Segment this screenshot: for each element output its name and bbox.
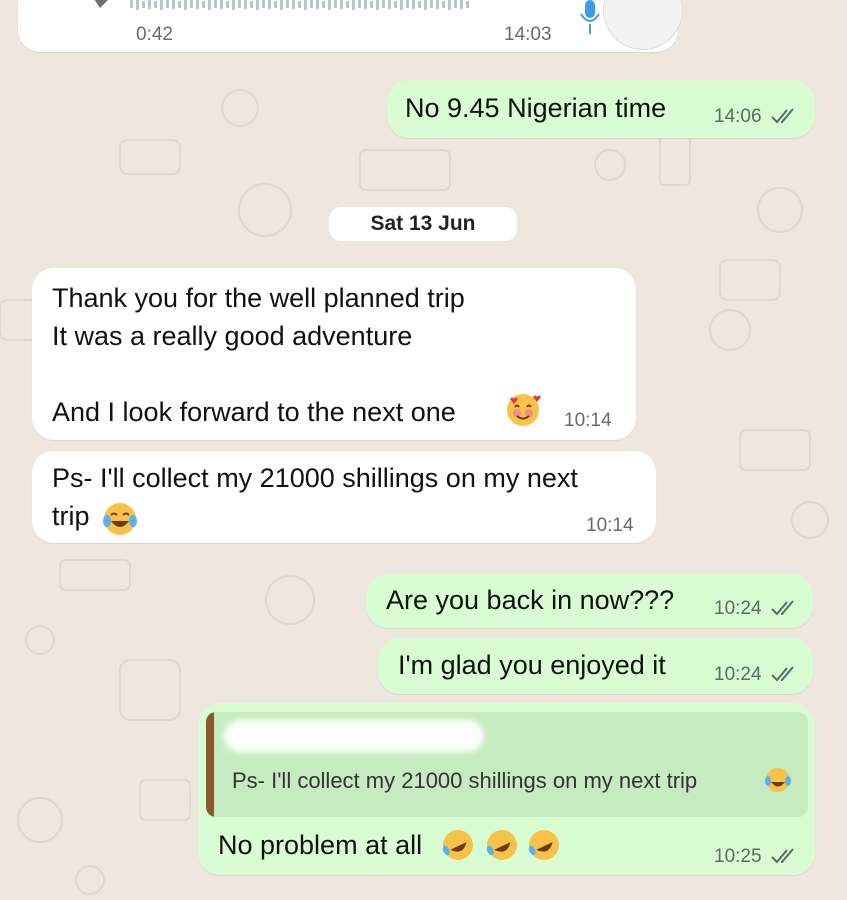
message-text: I'm glad you enjoyed it — [398, 650, 666, 680]
message-time: 10:25 — [714, 846, 762, 867]
date-separator: Sat 13 Jun — [329, 207, 517, 241]
message-time: 10:24 — [714, 598, 762, 619]
message-bubble-outgoing[interactable]: No 9.45 Nigerian time 14:06 — [387, 80, 815, 138]
double-check-icon — [771, 600, 794, 616]
microphone-icon — [580, 0, 600, 34]
rolling-on-floor-laughing-emoji — [442, 830, 559, 860]
quoted-text: Ps- I'll collect my 21000 shillings on m… — [232, 768, 698, 793]
double-check-icon — [771, 666, 794, 682]
smiling-face-with-hearts-emoji — [507, 394, 541, 426]
message-text: Are you back in now??? — [386, 585, 675, 615]
message-bubble-incoming[interactable]: Thank you for the well planned trip It w… — [32, 268, 636, 440]
quoted-message[interactable]: Ps- I'll collect my 21000 shillings on m… — [206, 712, 808, 817]
double-check-icon — [771, 108, 794, 124]
voice-message-bubble[interactable]: 0:42 14:03 — [18, 0, 683, 52]
message-bubble-outgoing[interactable]: Are you back in now??? 10:24 — [366, 574, 813, 628]
play-icon[interactable] — [88, 0, 120, 10]
double-check-icon — [771, 848, 794, 864]
voice-timestamp: 14:03 — [504, 24, 552, 45]
message-text: Thank you for the well planned trip It w… — [52, 283, 465, 427]
redacted-sender-name — [224, 720, 484, 752]
avatar[interactable] — [603, 0, 683, 50]
message-text: No 9.45 Nigerian time — [405, 93, 667, 123]
message-bubble-incoming[interactable]: Ps- I'll collect my 21000 shillings on m… — [32, 451, 656, 543]
message-time: 14:06 — [714, 106, 762, 127]
waveform — [130, 0, 469, 10]
message-time: 10:24 — [714, 664, 762, 685]
voice-duration: 0:42 — [136, 24, 173, 45]
message-time: 10:14 — [564, 410, 612, 431]
message-time: 10:14 — [586, 515, 634, 536]
face-with-tears-of-joy-emoji — [765, 768, 791, 792]
message-bubble-outgoing[interactable]: I'm glad you enjoyed it 10:24 — [378, 638, 813, 694]
message-text: No problem at all — [218, 830, 423, 860]
quote-bar — [206, 712, 214, 817]
face-with-tears-of-joy-emoji — [103, 503, 137, 535]
